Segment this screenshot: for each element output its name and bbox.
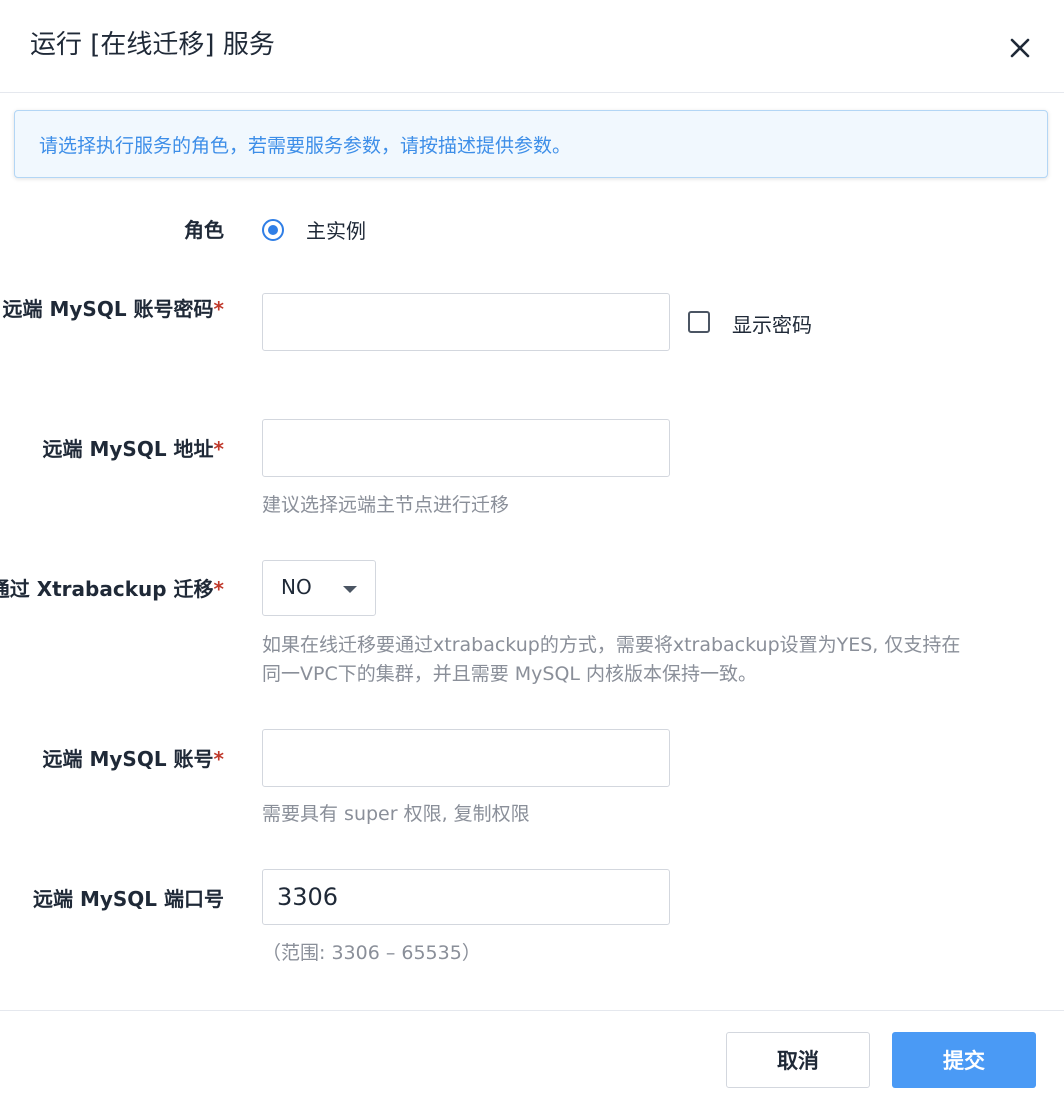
role-option-label: 主实例 [306,219,366,243]
address-input[interactable] [262,419,670,477]
xtrabackup-label: 通过 Xtrabackup 迁移* [0,577,224,601]
show-password-checkbox[interactable] [688,311,710,333]
xtrabackup-hint-line2: 同一VPC下的集群，并且需要 MySQL 内核版本保持一致。 [262,663,758,685]
xtrabackup-hint-line1: 如果在线迁移要通过xtrabackup的方式，需要将xtrabackup设置为Y… [262,634,961,656]
address-label: 远端 MySQL 地址* [42,437,224,461]
show-password-label: 显示密码 [732,313,812,337]
xtrabackup-value: NO [281,575,312,599]
xtrabackup-select[interactable]: NO [262,560,376,616]
role-radio-primary[interactable] [262,219,284,241]
cancel-button[interactable]: 取消 [726,1032,870,1088]
password-label: 远端 MySQL 账号密码* [2,297,224,321]
chevron-down-icon [343,586,357,593]
close-icon[interactable] [1004,32,1036,64]
dialog-header: 运行 [在线迁移] 服务 [0,0,1064,93]
port-input[interactable] [262,869,670,925]
notice-text: 请选择执行服务的角色，若需要服务参数，请按描述提供参数。 [39,135,572,157]
role-label: 角色 [184,218,224,242]
submit-button[interactable]: 提交 [892,1032,1036,1088]
account-input[interactable] [262,729,670,787]
port-hint: （范围: 3306 – 65535） [262,942,481,964]
info-notice: 请选择执行服务的角色，若需要服务参数，请按描述提供参数。 [14,110,1048,178]
account-hint: 需要具有 super 权限, 复制权限 [262,803,530,825]
account-label: 远端 MySQL 账号* [42,747,224,771]
port-label: 远端 MySQL 端口号 [32,887,224,911]
dialog-title: 运行 [在线迁移] 服务 [30,30,275,60]
address-hint: 建议选择远端主节点进行迁移 [262,494,510,516]
password-input[interactable] [262,293,670,351]
